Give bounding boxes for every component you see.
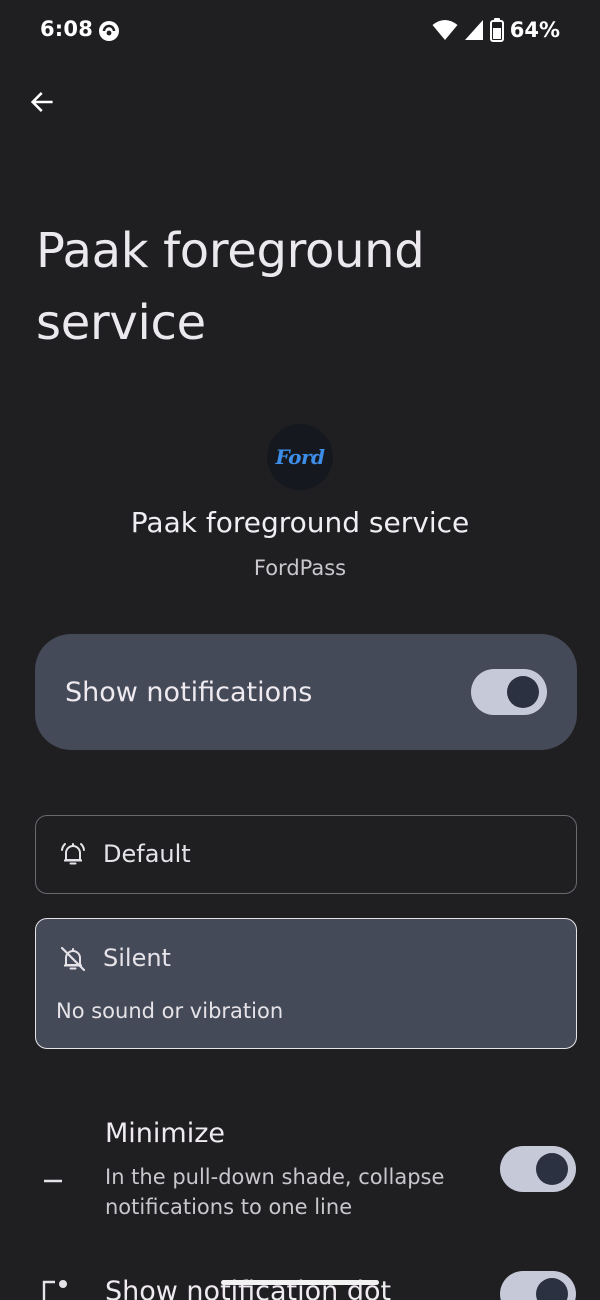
minimize-icon: [44, 1179, 62, 1183]
show-notifications-card[interactable]: Show notifications: [35, 634, 577, 750]
app-name: FordPass: [253, 556, 347, 580]
toggle-knob: [536, 1153, 568, 1185]
page-title: Paak foreground service: [36, 223, 425, 351]
minimize-description: In the pull-down shade, collapse notific…: [105, 1165, 445, 1219]
toggle-knob: [507, 676, 539, 708]
option-silent-description: No sound or vibration: [56, 999, 284, 1023]
notification-dot-icon: [42, 1280, 67, 1300]
minimize-title: Minimize: [105, 1118, 225, 1149]
channel-name: Paak foreground service: [130, 506, 470, 539]
signal-icon: [464, 19, 484, 41]
status-time: 6:08: [40, 17, 94, 41]
notification-dot-toggle[interactable]: [500, 1271, 576, 1300]
battery-percent: 64%: [509, 18, 560, 42]
app-status-icon: [97, 19, 121, 43]
battery-icon: [489, 18, 504, 42]
status-icons: 64%: [432, 16, 560, 44]
option-default[interactable]: Default: [35, 815, 577, 894]
toggle-knob: [536, 1278, 568, 1300]
option-silent[interactable]: Silent No sound or vibration: [35, 918, 577, 1049]
bell-off-icon: [60, 946, 86, 972]
wifi-icon: [432, 19, 458, 41]
ford-logo-text: Ford: [275, 445, 325, 469]
minimize-toggle[interactable]: [500, 1146, 576, 1192]
app-logo: Ford: [267, 424, 333, 490]
arrow-left-icon: [30, 92, 53, 112]
home-indicator[interactable]: [221, 1280, 379, 1285]
back-button[interactable]: [22, 82, 62, 122]
bell-icon: [61, 843, 85, 865]
notification-channel-settings-screen: 6:08 64% Paak foreground service Ford Pa…: [0, 0, 600, 1300]
status-bar: 6:08 64%: [0, 0, 600, 60]
minimize-setting-row[interactable]: Minimize In the pull-down shade, collaps…: [0, 1118, 600, 1228]
option-default-label: Default: [103, 840, 191, 868]
show-notifications-label: Show notifications: [65, 676, 313, 708]
option-silent-label: Silent: [103, 944, 171, 972]
show-notifications-toggle[interactable]: [471, 669, 547, 715]
